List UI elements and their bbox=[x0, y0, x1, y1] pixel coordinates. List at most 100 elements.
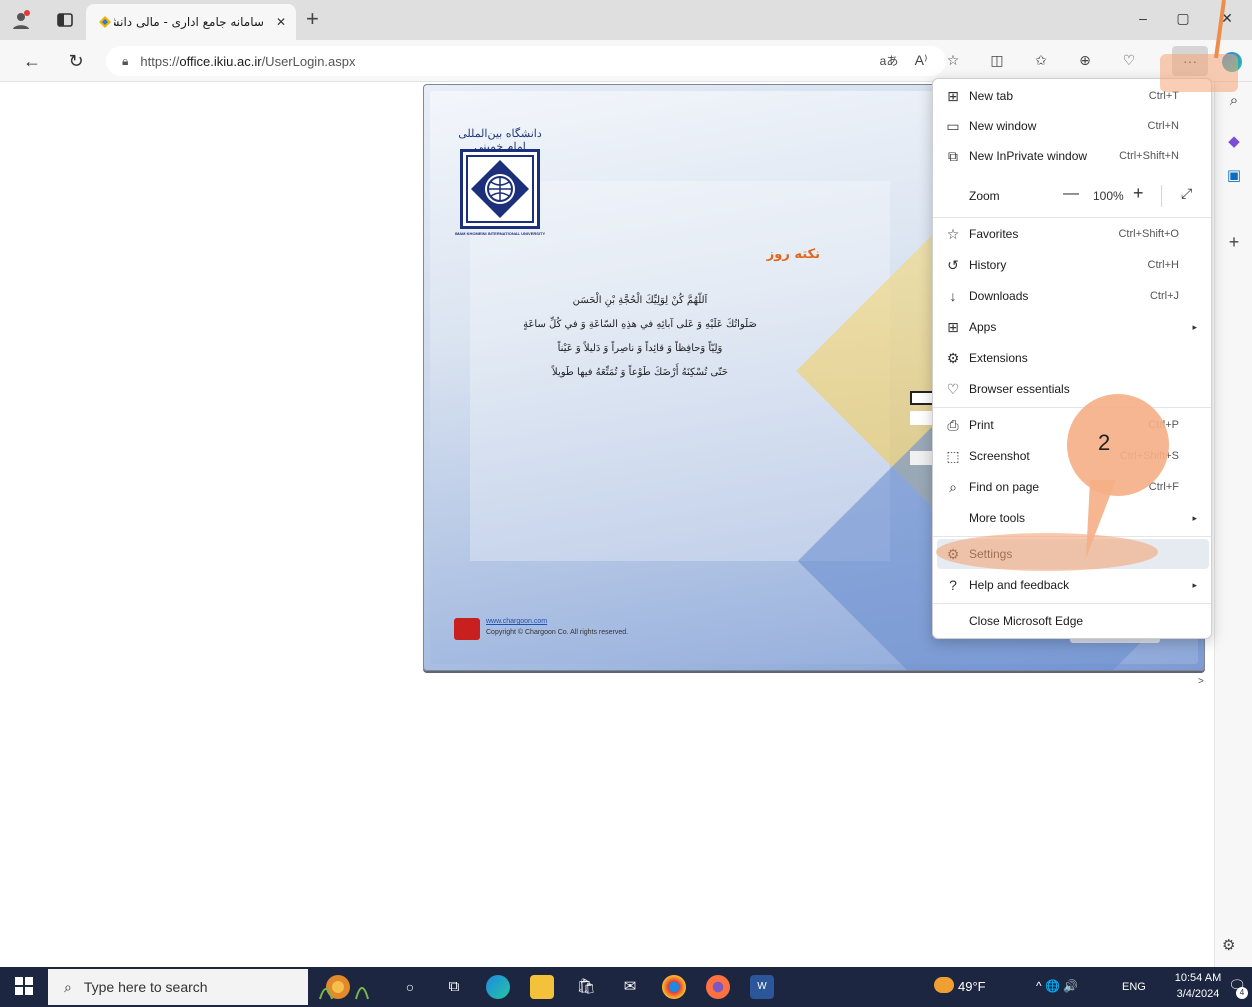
system-tray-icons[interactable]: ^ 🌐 🔊 bbox=[1036, 979, 1078, 993]
collections-icon[interactable]: ⊕ bbox=[1074, 52, 1096, 69]
menu-item-find-on-page[interactable]: ⌕ Find on page Ctrl+F bbox=[937, 472, 1209, 502]
cortana-icon[interactable]: ○ bbox=[398, 975, 422, 999]
extensions-icon: ⚙ bbox=[946, 349, 960, 366]
submenu-arrow-icon: ▸ bbox=[1192, 321, 1197, 332]
zoom-divider bbox=[1161, 185, 1162, 207]
inprivate-icon: ⧉ bbox=[948, 147, 958, 164]
screenshot-icon: ⬚ bbox=[946, 447, 960, 464]
weather-temperature[interactable]: 49°F bbox=[958, 979, 986, 994]
menu-item-help-and-feedback[interactable]: ? Help and feedback ▸ bbox=[937, 570, 1209, 600]
edge-sidebar: ⌕ ◆ ▣ + bbox=[1214, 82, 1252, 967]
copyright-text: Copyright © Chargoon Co. All rights rese… bbox=[486, 629, 629, 636]
new-window-icon: ▭ bbox=[946, 117, 960, 134]
menu-item-downloads[interactable]: ↓ Downloads Ctrl+J bbox=[937, 281, 1209, 311]
menu-item-label: Browser essentials bbox=[969, 382, 1070, 396]
menu-item-label: Help and feedback bbox=[969, 578, 1070, 592]
outlook-icon[interactable]: ▣ bbox=[1223, 166, 1245, 188]
browser-tab[interactable]: سامانه جامع اداری - مالی دانشگاه ✕ bbox=[86, 4, 296, 40]
lock-icon[interactable]: 🔒︎ bbox=[122, 54, 128, 69]
search-placeholder: Type here to search bbox=[83, 979, 208, 995]
clock-date[interactable]: 3/4/2024 bbox=[1170, 988, 1226, 1000]
search-icon: ⌕ bbox=[64, 978, 72, 995]
download-icon: ↓ bbox=[949, 288, 957, 304]
address-bar[interactable]: 🔒︎ https://office.ikiu.ac.ir/UserLogin.a… bbox=[106, 46, 946, 76]
add-sidebar-app-icon[interactable]: + bbox=[1223, 232, 1245, 254]
title-bar: سامانه جامع اداری - مالی دانشگاه ✕ + – ▢… bbox=[0, 0, 1252, 40]
back-button[interactable]: ← bbox=[20, 50, 44, 72]
prayer-line: حَتّى تُسْكِنَهُ أَرْضَكَ طَوْعاً وَ تُم… bbox=[552, 367, 728, 378]
prayer-line: صَلَواتُكَ عَلَيْهِ وَ عَلى آبائِهِ في ه… bbox=[523, 319, 757, 330]
tab-close-icon[interactable]: ✕ bbox=[276, 15, 286, 29]
new-tab-icon: ⊞ bbox=[947, 87, 959, 104]
menu-item-more-tools[interactable]: More tools ▸ bbox=[937, 503, 1209, 533]
menu-separator bbox=[933, 217, 1211, 218]
edge-taskbar-icon[interactable] bbox=[486, 975, 510, 999]
menu-item-label: Downloads bbox=[969, 289, 1029, 303]
workspaces-icon[interactable] bbox=[54, 10, 76, 30]
find-icon: ⌕ bbox=[949, 478, 957, 495]
profile-icon[interactable] bbox=[10, 10, 32, 30]
translate-icon[interactable]: aあ bbox=[878, 52, 900, 69]
search-highlight-decoration-icon[interactable] bbox=[316, 969, 376, 1005]
file-explorer-icon[interactable] bbox=[530, 975, 554, 999]
favorite-star-icon[interactable]: ☆ bbox=[942, 52, 964, 69]
zoom-in-button[interactable]: + bbox=[1133, 183, 1144, 204]
menu-item-browser-essentials[interactable]: ♡ Browser essentials bbox=[937, 374, 1209, 404]
menu-item-shortcut: Ctrl+N bbox=[1147, 120, 1179, 132]
zoom-label: Zoom bbox=[969, 189, 1000, 203]
windows-start-icon[interactable] bbox=[12, 977, 36, 1000]
windows-taskbar: ⌕ Type here to search ○ ⧉ 🛍︎ ✉ W 49°F ^ … bbox=[0, 967, 1252, 1007]
zoom-out-button[interactable]: — bbox=[1063, 185, 1079, 203]
weather-icon[interactable] bbox=[934, 977, 954, 993]
minimize-button[interactable]: – bbox=[1128, 10, 1158, 26]
favorites-icon[interactable]: ✩ bbox=[1030, 52, 1052, 69]
menu-item-label: Favorites bbox=[969, 227, 1019, 241]
menu-item-shortcut: Ctrl+J bbox=[1149, 290, 1179, 302]
university-logo-caption: IMAM KHOMEINI INTERNATIONAL UNIVERSITY bbox=[454, 231, 546, 236]
chargoon-link[interactable]: www.chargoon.com bbox=[486, 618, 547, 625]
microsoft-store-icon[interactable]: 🛍︎ bbox=[574, 975, 598, 999]
read-aloud-icon[interactable]: A⁾ bbox=[910, 52, 932, 69]
task-view-icon[interactable]: ⧉ bbox=[442, 975, 466, 999]
mail-icon[interactable]: ✉ bbox=[618, 975, 642, 999]
split-screen-icon[interactable]: ◫ bbox=[986, 52, 1008, 69]
sidebar-settings-gear-icon[interactable]: ⚙ bbox=[1222, 936, 1235, 954]
language-indicator[interactable]: ENG bbox=[1122, 981, 1146, 993]
menu-item-apps[interactable]: ⊞ Apps ▸ bbox=[937, 312, 1209, 342]
menu-item-shortcut: Ctrl+H bbox=[1147, 259, 1179, 271]
submenu-arrow-icon: ▸ bbox=[1192, 579, 1197, 590]
site-favicon-icon bbox=[96, 13, 114, 31]
menu-item-label: New InPrivate window bbox=[969, 149, 1088, 163]
university-logo-icon bbox=[460, 149, 540, 229]
chevron-right-icon[interactable]: > bbox=[1198, 676, 1204, 687]
fullscreen-icon[interactable]: ⤢ bbox=[1181, 185, 1192, 202]
menu-item-favorites[interactable]: ☆ Favorites Ctrl+Shift+O bbox=[937, 219, 1209, 249]
firefox-icon[interactable] bbox=[706, 975, 730, 999]
prayer-line: وَلِيّاً وَحافِظاً وَ قائِداً وَ ناصِراً… bbox=[557, 343, 723, 354]
menu-item-label: New window bbox=[969, 119, 1037, 133]
browser-essentials-icon[interactable]: ♡ bbox=[1118, 52, 1140, 69]
copilot-sidebar-icon[interactable]: ◆ bbox=[1223, 132, 1245, 154]
menu-item-history[interactable]: ↺ History Ctrl+H bbox=[937, 250, 1209, 280]
notification-count-badge: 4 bbox=[1236, 987, 1248, 999]
restore-button[interactable]: ▢ bbox=[1168, 10, 1198, 27]
menu-item-close-edge[interactable]: Close Microsoft Edge bbox=[937, 606, 1209, 636]
menu-item-extensions[interactable]: ⚙ Extensions bbox=[937, 343, 1209, 373]
new-tab-button[interactable]: + bbox=[306, 8, 319, 30]
apps-icon: ⊞ bbox=[947, 318, 959, 335]
menu-item-new-inprivate-window[interactable]: ⧉ New InPrivate window Ctrl+Shift+N bbox=[937, 141, 1209, 171]
history-icon: ↺ bbox=[947, 256, 959, 273]
chargoon-logo-icon bbox=[454, 618, 480, 640]
menu-item-new-window[interactable]: ▭ New window Ctrl+N bbox=[937, 111, 1209, 141]
prayer-line: اَللّهُمَّ كُنْ لِوَلِيِّكَ الْحُجَّةِ ب… bbox=[572, 295, 708, 306]
search-icon[interactable]: ⌕ bbox=[1223, 92, 1245, 114]
chrome-icon[interactable] bbox=[662, 975, 686, 999]
menu-separator bbox=[933, 407, 1211, 408]
refresh-button[interactable]: ↻ bbox=[64, 50, 88, 72]
menu-item-label: Extensions bbox=[969, 351, 1028, 365]
annotation-highlight-more-button bbox=[1160, 54, 1238, 92]
taskbar-search-input[interactable]: ⌕ Type here to search bbox=[48, 969, 308, 1005]
annotation-highlight-settings bbox=[936, 533, 1158, 571]
word-icon[interactable]: W bbox=[750, 975, 774, 999]
clock-time[interactable]: 10:54 AM bbox=[1170, 972, 1226, 984]
